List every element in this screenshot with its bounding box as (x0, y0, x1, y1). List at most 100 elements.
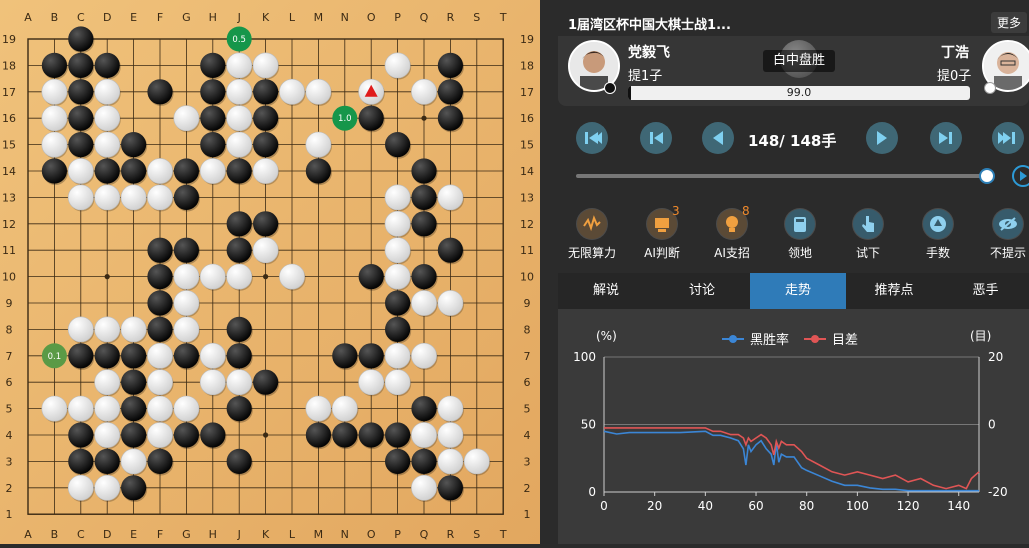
col-label-top: O (367, 11, 376, 24)
col-label-top: D (103, 11, 111, 24)
tool-count: 3 (672, 204, 680, 218)
col-label-bottom: L (289, 528, 296, 541)
white-stone (94, 316, 121, 343)
black-stone (253, 79, 279, 105)
black-stone (332, 343, 358, 369)
black-stone (385, 448, 411, 474)
white-stone (384, 210, 411, 237)
black-stone (226, 158, 252, 184)
white-stone (94, 105, 121, 132)
col-label-bottom: R (447, 528, 455, 541)
white-stone (147, 158, 173, 184)
black-stone (68, 52, 94, 78)
white-stone (94, 131, 121, 158)
black-stone (226, 316, 252, 342)
white-stone (173, 105, 200, 132)
go-board[interactable]: A A B B C C D D E E F F G G H H J J K K L L M M N N O O P P Q Q R R S S T T 19… (0, 0, 540, 544)
tool-move-number[interactable]: 手数 (908, 208, 968, 261)
panel-divider (540, 0, 558, 544)
tab-4[interactable]: 恶手 (942, 273, 1029, 309)
white-stone (305, 78, 332, 105)
white-stone (437, 184, 464, 211)
skip-forward-icon (939, 132, 952, 144)
white-stone (120, 316, 147, 343)
black-stone (173, 422, 199, 448)
autoplay-button[interactable] (1012, 165, 1029, 187)
tool-cpu[interactable]: 无限算力 (562, 208, 622, 261)
next-move-button[interactable] (866, 122, 898, 154)
tab-2[interactable]: 走势 (750, 273, 846, 309)
white-stone (41, 395, 68, 422)
white-stone (226, 52, 253, 79)
tab-3[interactable]: 推荐点 (846, 273, 942, 309)
white-stone (67, 184, 94, 211)
territory-icon (784, 208, 816, 240)
next-ten-button[interactable] (930, 122, 962, 154)
tool-lightbulb[interactable]: 8 AI支招 (702, 204, 762, 261)
tool-ai-judge[interactable]: 3 AI判断 (632, 204, 692, 261)
move-slider[interactable] (576, 174, 988, 178)
white-stone (279, 78, 305, 105)
row-label-left: 4 (6, 429, 13, 442)
row-label-left: 13 (2, 191, 16, 204)
row-label-left: 3 (6, 455, 13, 468)
black-stone (147, 448, 173, 474)
black-stone (226, 237, 252, 263)
white-stone (437, 395, 464, 422)
row-label-right: 17 (520, 86, 534, 99)
black-stone (411, 396, 437, 422)
board-svg[interactable]: AABBCCDDEEFFGGHHJJKKLLMMNNOOPPQQRRSSTT19… (0, 0, 540, 544)
black-stone (358, 105, 384, 131)
first-move-button[interactable] (576, 122, 608, 154)
white-stone (173, 290, 200, 316)
row-label-right: 8 (524, 323, 531, 336)
white-stone (437, 290, 464, 316)
black-stone (68, 105, 94, 131)
white-stone (226, 105, 253, 132)
black-stone (173, 237, 199, 263)
black-stone (173, 158, 199, 184)
tab-0[interactable]: 解说 (558, 273, 654, 309)
eye-icon (992, 208, 1024, 240)
tab-bar: 解说 讨论 走势 推荐点 恶手 (558, 273, 1029, 309)
prev-ten-button[interactable] (640, 122, 672, 154)
row-label-left: 2 (6, 482, 13, 495)
tool-label: 试下 (855, 246, 880, 260)
black-stone (41, 52, 67, 78)
col-label-bottom: J (237, 528, 241, 541)
move-counter: 148/ 148手 (748, 132, 837, 150)
x-tick-label: 100 (846, 499, 869, 513)
ai-suggestion-value: 0.1 (48, 352, 62, 362)
col-label-top: E (130, 11, 137, 24)
black-stone (385, 290, 411, 316)
white-stone (252, 52, 279, 79)
black-stone (226, 211, 252, 237)
more-button[interactable]: 更多 (990, 12, 1027, 33)
legend-label[interactable]: 目差 (832, 333, 858, 348)
tab-1[interactable]: 讨论 (654, 273, 750, 309)
star-point (263, 432, 269, 438)
col-label-bottom: S (473, 528, 480, 541)
x-tick-label: 0 (600, 499, 608, 513)
black-stone (68, 132, 94, 158)
tool-territory[interactable]: 领地 (770, 208, 830, 261)
black-stone (305, 158, 331, 184)
x-tick-label: 80 (799, 499, 814, 513)
last-move-button[interactable] (992, 122, 1024, 154)
tool-hand[interactable]: 试下 (838, 208, 898, 261)
right-axis-unit: (目) (970, 329, 991, 343)
prev-move-button[interactable] (702, 122, 734, 154)
black-stone (121, 132, 147, 158)
legend-label[interactable]: 黑胜率 (750, 332, 789, 348)
row-label-left: 7 (6, 350, 13, 363)
white-stone (147, 369, 173, 396)
white-stone (252, 237, 279, 264)
next-icon (877, 131, 887, 145)
move-slider-handle[interactable] (979, 168, 995, 184)
black-stone (358, 422, 384, 448)
col-label-bottom: P (394, 528, 401, 541)
row-label-left: 12 (2, 218, 16, 231)
black-stone (385, 422, 411, 448)
black-stone (147, 290, 173, 316)
tool-eye[interactable]: 不提示 (978, 208, 1029, 261)
